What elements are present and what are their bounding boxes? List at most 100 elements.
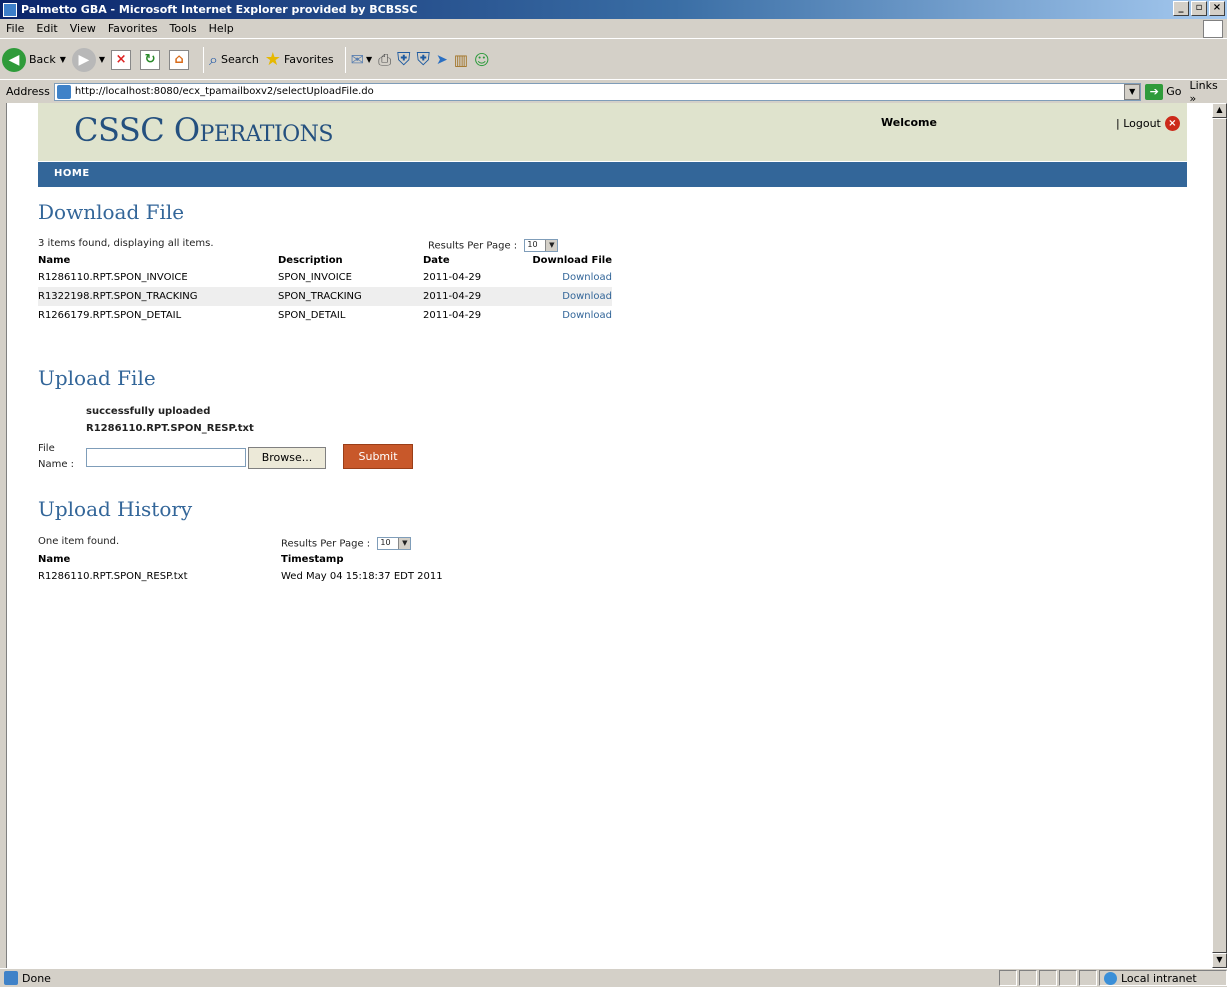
close-window-button[interactable]: ×: [1209, 1, 1225, 16]
history-file-name: R1286110.RPT.SPON_RESP.txt: [38, 571, 188, 582]
chevron-down-icon[interactable]: ▼: [60, 55, 66, 64]
download-link[interactable]: Download: [517, 287, 612, 306]
mail-button[interactable]: ✉ ▼: [351, 50, 373, 69]
address-label: Address: [6, 85, 50, 98]
go-arrow-icon: ➔: [1145, 83, 1164, 100]
cursor-button[interactable]: ➤: [436, 52, 448, 68]
print-button[interactable]: ⎙: [378, 50, 391, 70]
home-button[interactable]: ⌂: [169, 49, 192, 70]
download-results-per-page-select[interactable]: 10 ▼: [524, 239, 559, 252]
status-bar: Done Local intranet: [0, 968, 1227, 987]
messenger-icon: ☺: [473, 50, 490, 69]
shield-icon: ⛨: [397, 49, 411, 70]
chevron-down-icon: ▼: [366, 55, 373, 64]
logout-label: | Logout: [1116, 117, 1161, 130]
download-link[interactable]: Download: [517, 306, 612, 325]
star-icon: ★: [264, 49, 281, 70]
site-header: CSSC Operations Welcome | Logout ×: [38, 103, 1187, 161]
file-name-label-line2: Name :: [38, 459, 75, 470]
books-icon: ▥: [453, 50, 468, 69]
search-icon: ⌕: [209, 49, 218, 69]
chevron-down-icon: ▼: [545, 240, 558, 251]
refresh-button[interactable]: ↻: [140, 49, 163, 70]
menu-favorites[interactable]: Favorites: [102, 22, 164, 35]
browse-button[interactable]: Browse...: [248, 447, 326, 469]
file-description: SPON_TRACKING: [278, 287, 423, 306]
history-results-per-page-select[interactable]: 10 ▼: [377, 537, 412, 550]
file-path-input[interactable]: [86, 448, 246, 467]
search-label: Search: [221, 53, 259, 66]
go-label: Go: [1166, 85, 1182, 98]
security-zone: Local intranet: [1099, 970, 1227, 986]
scroll-up-button[interactable]: ▲: [1212, 103, 1227, 118]
download-table: Name Description Date Download File R128…: [38, 253, 612, 325]
address-dropdown-button[interactable]: ▼: [1124, 83, 1141, 100]
messenger-button[interactable]: ☺: [474, 51, 490, 69]
menu-view[interactable]: View: [64, 22, 102, 35]
vertical-scrollbar[interactable]: ▲ ▼: [1212, 103, 1227, 968]
address-bar: Address http://localhost:8080/ecx_tpamai…: [0, 79, 1227, 105]
scroll-down-button[interactable]: ▼: [1212, 953, 1227, 968]
menu-tools[interactable]: Tools: [164, 22, 203, 35]
back-arrow-icon: ◀: [2, 47, 26, 72]
menu-help[interactable]: Help: [203, 22, 240, 35]
menu-bar: File Edit View Favorites Tools Help: [0, 19, 1227, 39]
scroll-thumb[interactable]: [1212, 118, 1227, 953]
file-name: R1266179.RPT.SPON_DETAIL: [38, 310, 182, 321]
toolbar-separator: [203, 46, 205, 73]
upload-success-message: successfully uploaded: [86, 406, 211, 417]
local-intranet-icon: [1104, 971, 1117, 985]
home-icon: ⌂: [169, 49, 190, 70]
forward-button[interactable]: ▶ ▼: [71, 47, 105, 72]
chevron-down-icon[interactable]: ▼: [99, 55, 105, 64]
site-brand: CSSC Operations: [74, 111, 334, 149]
download-link[interactable]: Download: [517, 268, 612, 287]
results-per-page-label: Results Per Page :: [281, 538, 371, 550]
menu-file[interactable]: File: [0, 22, 30, 35]
windows-logo-icon: [1203, 20, 1223, 38]
logout-icon: ×: [1164, 116, 1180, 131]
file-date: 2011-04-29: [423, 310, 482, 321]
results-per-page-label: Results Per Page :: [428, 240, 518, 252]
history-summary: One item found.: [38, 536, 120, 547]
search-button[interactable]: ⌕ Search: [209, 50, 259, 70]
status-pane: [1059, 970, 1077, 986]
printer-icon: ⎙: [378, 49, 392, 69]
favorites-label: Favorites: [283, 53, 334, 66]
research-button[interactable]: ▥: [454, 51, 468, 69]
logout-link[interactable]: | Logout ×: [1116, 116, 1180, 131]
file-description: SPON_INVOICE: [278, 272, 352, 283]
go-button[interactable]: ➔ Go: [1145, 83, 1182, 100]
shield-button-1[interactable]: ⛨: [397, 49, 411, 70]
nav-home-link[interactable]: HOME: [54, 168, 90, 179]
welcome-text: Welcome: [881, 116, 937, 129]
back-button[interactable]: ◀ Back ▼: [2, 47, 66, 72]
window-title-bar: Palmetto GBA - Microsoft Internet Explor…: [0, 0, 1227, 19]
file-date: 2011-04-29: [423, 272, 482, 283]
page-viewport: CSSC Operations Welcome | Logout × HOME …: [6, 103, 1212, 968]
refresh-icon: ↻: [140, 49, 161, 70]
minimize-button[interactable]: _: [1173, 1, 1189, 16]
address-input[interactable]: http://localhost:8080/ecx_tpamailboxv2/s…: [53, 82, 1142, 101]
status-pane: [999, 970, 1017, 986]
submit-button[interactable]: Submit: [343, 444, 413, 469]
stop-icon: ×: [111, 49, 132, 70]
chevron-down-icon: ▼: [398, 538, 411, 549]
status-text: Done: [22, 971, 51, 985]
mail-icon: ✉: [350, 50, 365, 69]
results-per-page-value: 10: [527, 240, 538, 249]
toolbar-separator: [344, 46, 346, 73]
table-row: R1266179.RPT.SPON_DETAIL SPON_DETAIL 201…: [38, 306, 612, 325]
address-url: http://localhost:8080/ecx_tpamailboxv2/s…: [74, 86, 374, 97]
results-per-page-value: 10: [380, 538, 391, 547]
column-header: Name: [38, 554, 71, 565]
stop-button[interactable]: ×: [111, 49, 134, 70]
maximize-button[interactable]: ▫: [1191, 1, 1207, 16]
links-button[interactable]: Links »: [1189, 79, 1227, 105]
download-results-per-page: Results Per Page : 10 ▼: [428, 239, 559, 252]
favorites-button[interactable]: ★ Favorites: [265, 49, 334, 70]
column-header: Timestamp: [281, 554, 344, 565]
status-pane: [1079, 970, 1097, 986]
menu-edit[interactable]: Edit: [30, 22, 63, 35]
shield-button-2[interactable]: ⛨: [417, 49, 431, 70]
